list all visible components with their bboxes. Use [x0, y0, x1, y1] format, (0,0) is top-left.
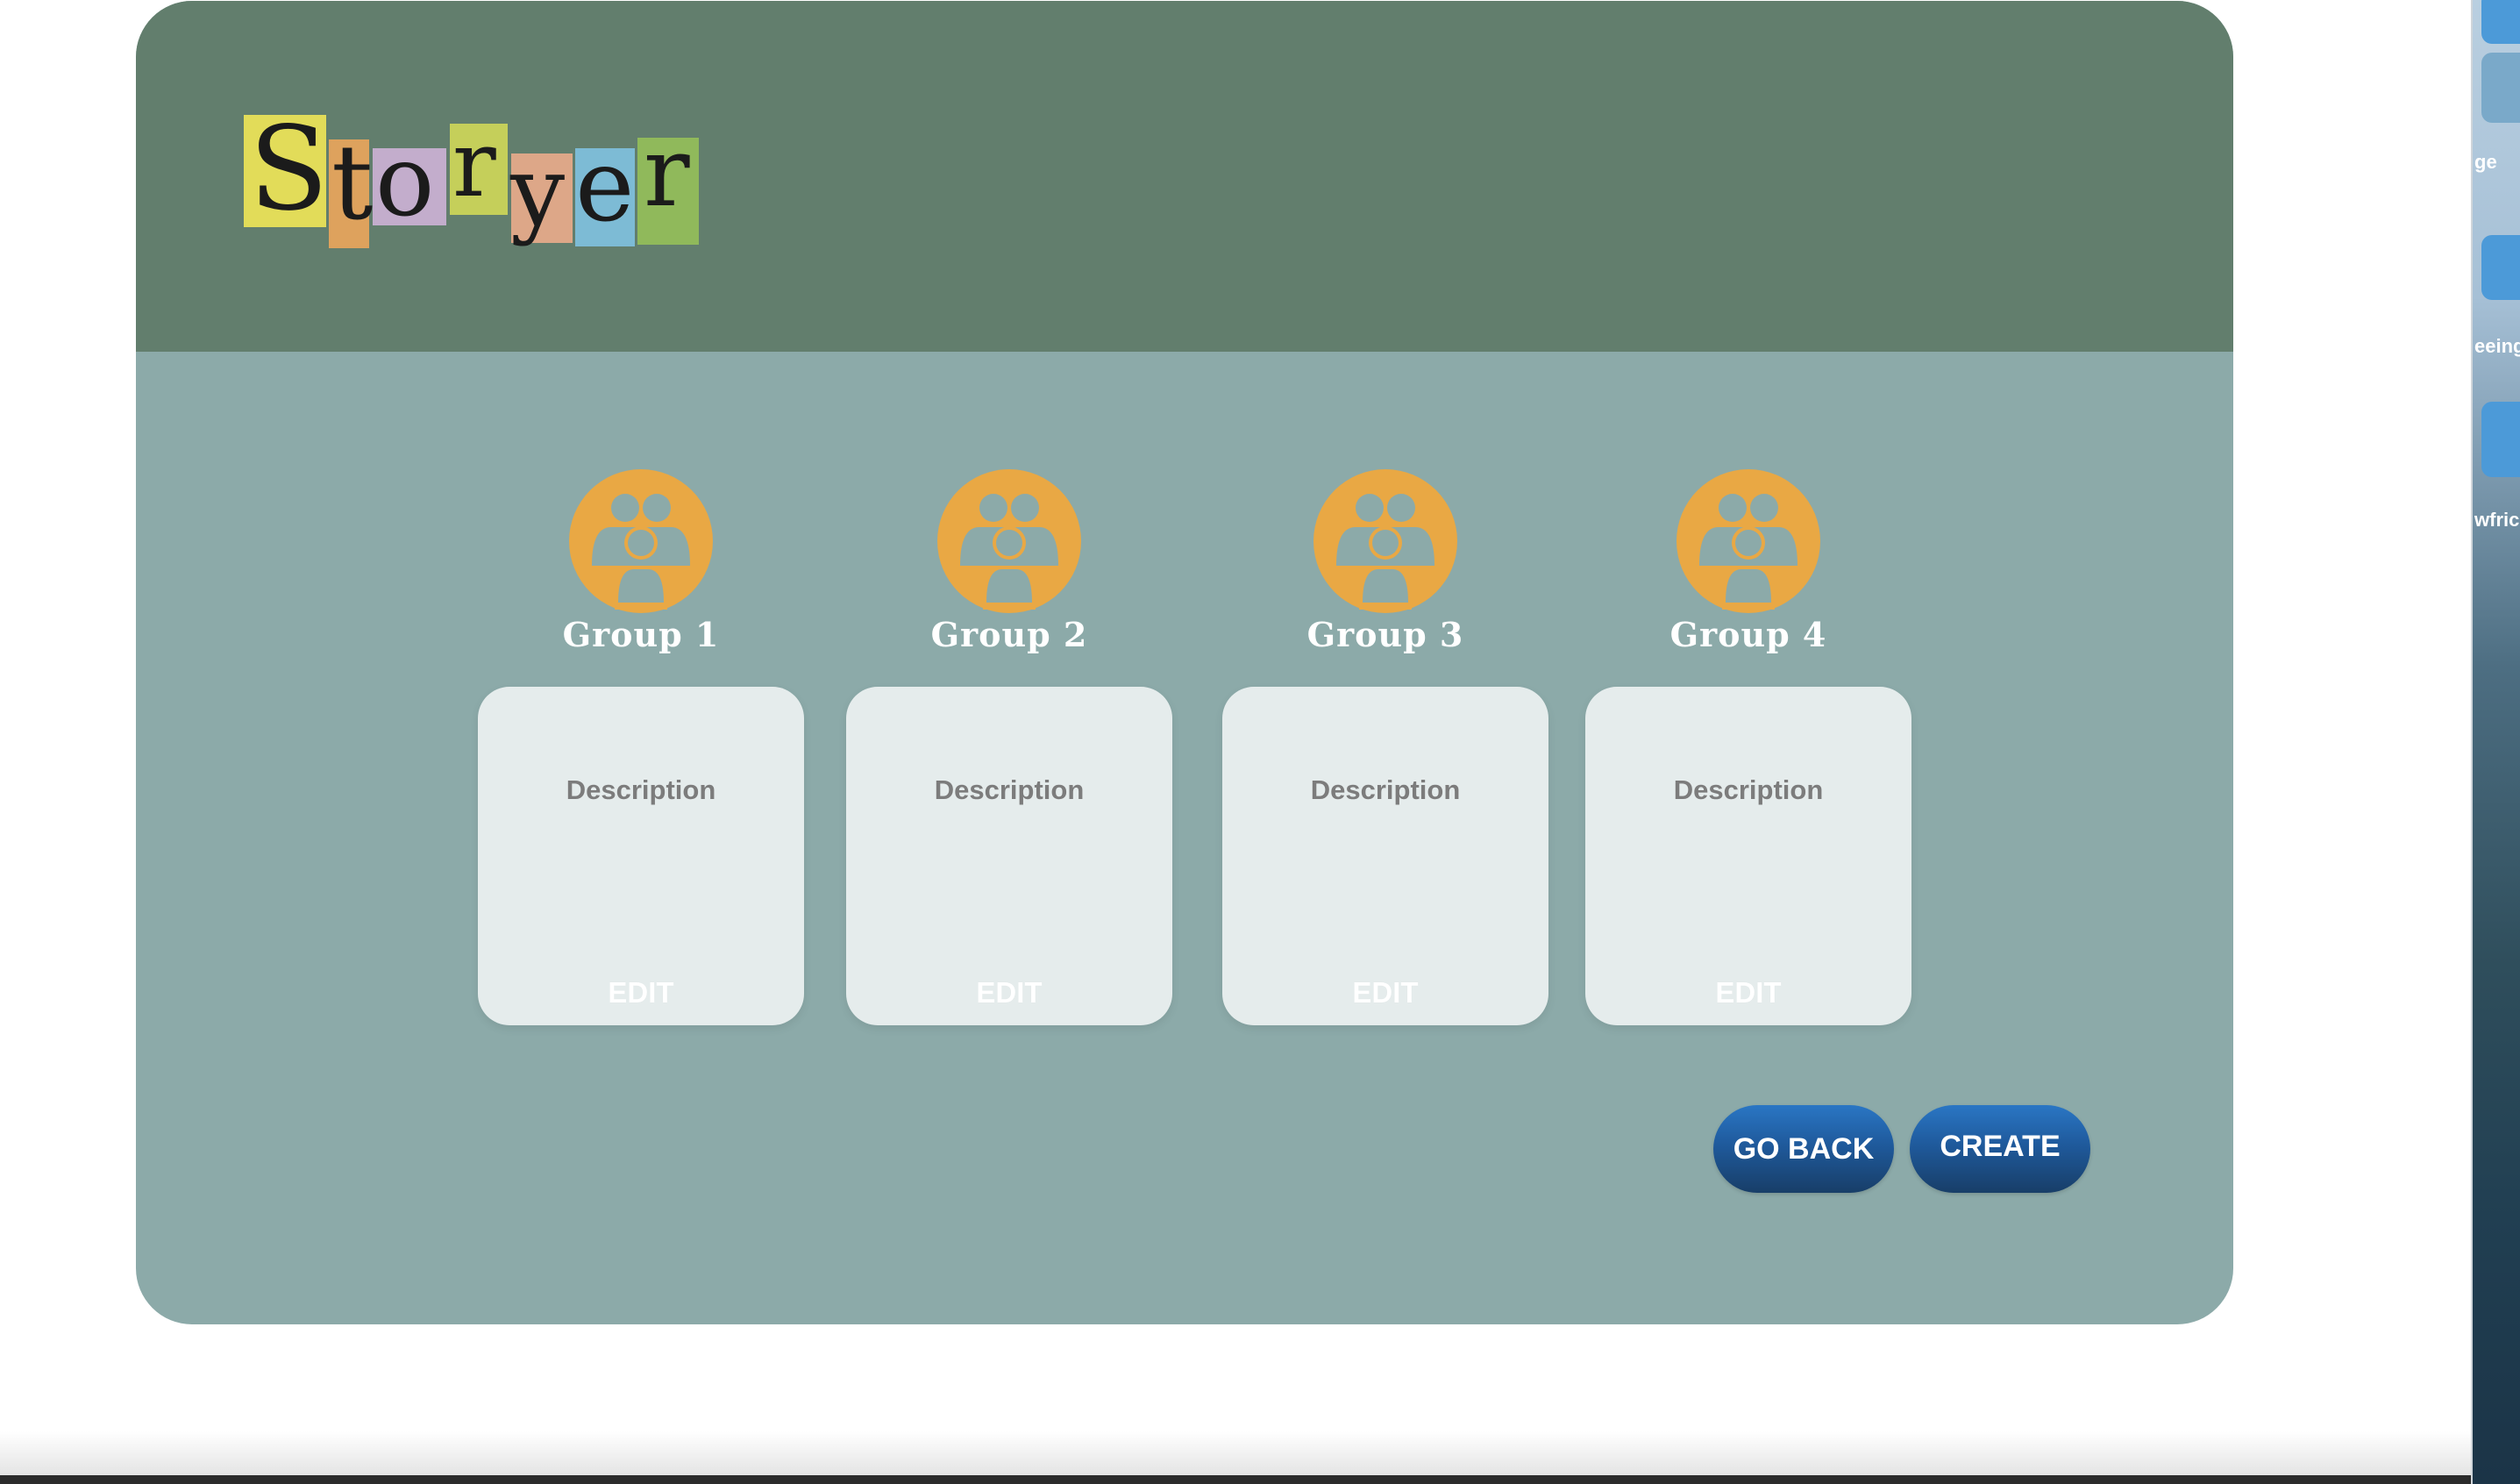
group-card-4: Group 4 Description EDIT	[1585, 469, 1911, 1031]
logo-letter: t	[331, 122, 374, 243]
edit-button[interactable]: EDIT	[478, 976, 804, 1010]
group-icon[interactable]	[569, 469, 713, 613]
group-description-box[interactable]: Description EDIT	[1222, 687, 1548, 1025]
app-card: S t o r y e r Group 1 Description EDIT G…	[136, 1, 2233, 1324]
browser-viewport: S t o r y e r Group 1 Description EDIT G…	[0, 0, 2471, 1484]
group-card-2: Group 2 Description EDIT	[846, 469, 1172, 1031]
group-name: Group 2	[930, 615, 1088, 654]
desktop-widget-label: eeing	[2474, 335, 2520, 357]
group-description: Description	[1673, 774, 1824, 805]
logo-letter: e	[575, 127, 635, 244]
app-header: S t o r y e r	[136, 1, 2233, 352]
window-bottom-shadow	[0, 1431, 2471, 1475]
group-icon[interactable]	[1676, 469, 1820, 613]
desktop-widget-label: wfric	[2474, 509, 2520, 531]
group-icon[interactable]	[1313, 469, 1457, 613]
edit-button[interactable]: EDIT	[1222, 976, 1548, 1010]
desktop-widget-tile[interactable]	[2481, 53, 2520, 123]
edit-button[interactable]: EDIT	[846, 976, 1172, 1010]
group-card-3: Group 3 Description EDIT	[1222, 469, 1548, 1031]
storyer-logo[interactable]: S t o r y e r	[244, 111, 700, 252]
desktop-widget-label: ge	[2474, 151, 2497, 173]
desktop-background: ge eeing wfric	[2471, 0, 2520, 1484]
window-bottom-edge	[0, 1475, 2471, 1484]
group-icon[interactable]	[937, 469, 1081, 613]
group-name: Group 3	[1306, 615, 1464, 654]
desktop-widget-tile[interactable]	[2481, 402, 2520, 477]
go-back-button[interactable]: GO BACK	[1713, 1105, 1894, 1193]
logo-letter: o	[375, 125, 435, 239]
create-button[interactable]: CREATE	[1910, 1105, 2090, 1193]
logo-letter: r	[644, 116, 690, 228]
logo-letter: r	[452, 111, 496, 218]
group-description: Description	[1310, 774, 1461, 805]
group-name: Group 4	[1669, 615, 1827, 654]
group-name: Group 1	[562, 615, 720, 654]
group-description-box[interactable]: Description EDIT	[846, 687, 1172, 1025]
logo-letter: S	[249, 102, 329, 237]
group-description-box[interactable]: Description EDIT	[1585, 687, 1911, 1025]
logo-letter: y	[510, 135, 566, 247]
edit-button[interactable]: EDIT	[1585, 976, 1911, 1010]
desktop-widget-tile[interactable]	[2481, 235, 2520, 300]
group-description: Description	[566, 774, 716, 805]
desktop-widget-tile[interactable]	[2481, 0, 2520, 44]
group-description-box[interactable]: Description EDIT	[478, 687, 804, 1025]
group-card-1: Group 1 Description EDIT	[478, 469, 804, 1031]
group-description: Description	[934, 774, 1085, 805]
